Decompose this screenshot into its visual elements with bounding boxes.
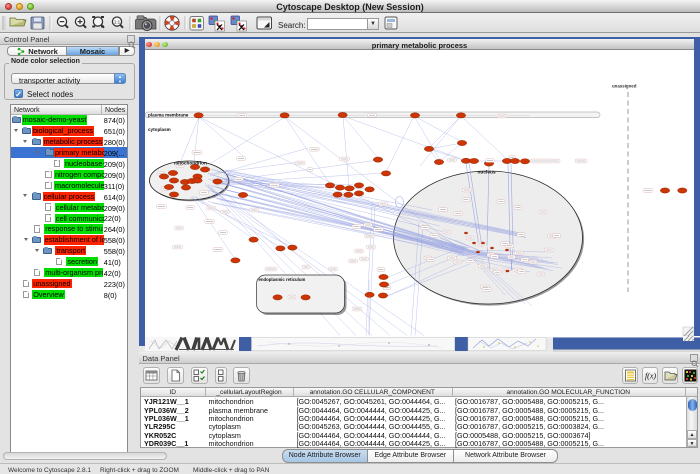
svg-text:f(x): f(x) xyxy=(644,372,655,381)
svg-text:1:1: 1:1 xyxy=(114,20,121,25)
svg-text:nucleus: nucleus xyxy=(478,170,496,176)
svg-text:cytoplasm: cytoplasm xyxy=(148,127,171,132)
svg-text:unassigned: unassigned xyxy=(612,84,637,89)
svg-text:mitochondrion: mitochondrion xyxy=(174,160,207,165)
svg-text:plasma membrane: plasma membrane xyxy=(148,112,189,117)
svg-text:endoplasmic reticulum: endoplasmic reticulum xyxy=(259,277,306,282)
